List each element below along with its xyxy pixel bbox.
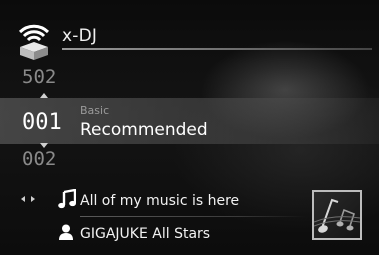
info-divider [80,216,305,217]
header-divider [62,48,372,50]
previous-channel-number[interactable]: 502 [22,66,56,88]
music-notes-art-icon [314,198,360,233]
header: x-DJ [0,0,379,60]
current-channel-number: 001 [22,110,62,135]
previous-track-arrow-icon[interactable] [21,196,25,202]
channel-name: Recommended [80,120,208,140]
channel-up-arrow-icon[interactable] [40,93,48,98]
person-icon [59,224,73,240]
next-channel-number[interactable]: 002 [22,148,56,170]
music-note-icon [58,189,76,209]
track-title: All of my music is here [80,193,240,209]
album-art [312,190,362,240]
artist-name: GIGAJUKE All Stars [80,226,211,242]
next-track-arrow-icon[interactable] [31,196,35,202]
channel-category: Basic [80,104,110,117]
xdj-screen: x-DJ 502 001 Basic Recommended 002 All o… [0,0,379,255]
app-title: x-DJ [62,26,98,46]
wifi-signal-icon [18,24,50,60]
